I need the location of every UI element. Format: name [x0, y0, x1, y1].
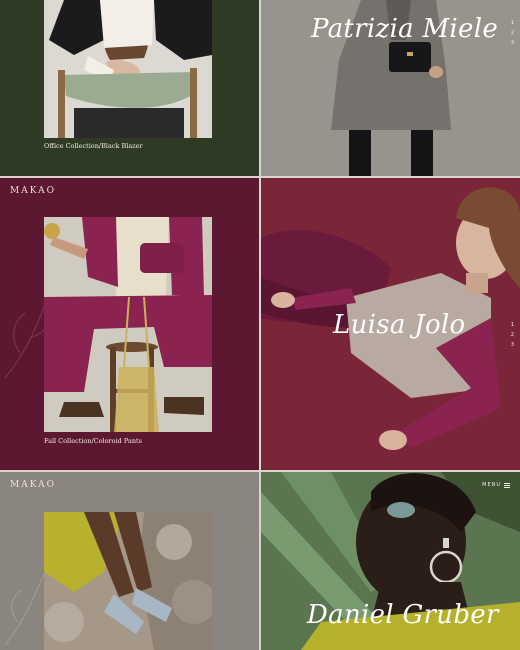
collection-caption[interactable]: Office Collection/Black Blazer [44, 142, 143, 150]
coloroid-pants-photo[interactable] [44, 217, 212, 432]
pager-item[interactable]: 2 [511, 332, 514, 338]
menu-icon [504, 482, 510, 488]
column-divider [259, 0, 261, 650]
model-panel: Patrizia Miele 1 2 3 [261, 0, 520, 176]
model-name[interactable]: Patrizia Miele [311, 14, 498, 44]
model-name[interactable]: Luisa Jolo [333, 310, 465, 340]
menu-label: MENU [482, 482, 501, 488]
slide-pager: 1 2 3 [511, 20, 514, 46]
model-panel: MENU [261, 178, 520, 470]
slide-pager: 1 2 3 [511, 322, 514, 348]
collection-panel: Office Collection/Black Blazer [0, 0, 259, 176]
pager-item[interactable]: 3 [511, 40, 514, 46]
collection-panel: MAKAO [0, 472, 259, 650]
model-panel: MENU Daniel Gruber [261, 472, 520, 650]
pager-item[interactable]: 1 [511, 20, 514, 26]
pager-item[interactable]: 2 [511, 30, 514, 36]
collection-caption[interactable]: Fall Collection/Coloroid Pants [44, 437, 142, 445]
shoes-photo[interactable] [44, 512, 212, 650]
pager-item[interactable]: 1 [511, 322, 514, 328]
brand-logo[interactable]: MAKAO [10, 186, 56, 196]
menu-button[interactable]: MENU [482, 482, 510, 488]
brand-logo[interactable]: MAKAO [10, 480, 56, 490]
pager-item[interactable]: 3 [511, 342, 514, 348]
model-name[interactable]: Daniel Gruber [307, 600, 499, 630]
page: Office Collection/Black Blazer Patrizia … [0, 0, 520, 650]
black-blazer-photo[interactable] [44, 0, 212, 138]
collection-panel: MAKAO [0, 178, 259, 470]
